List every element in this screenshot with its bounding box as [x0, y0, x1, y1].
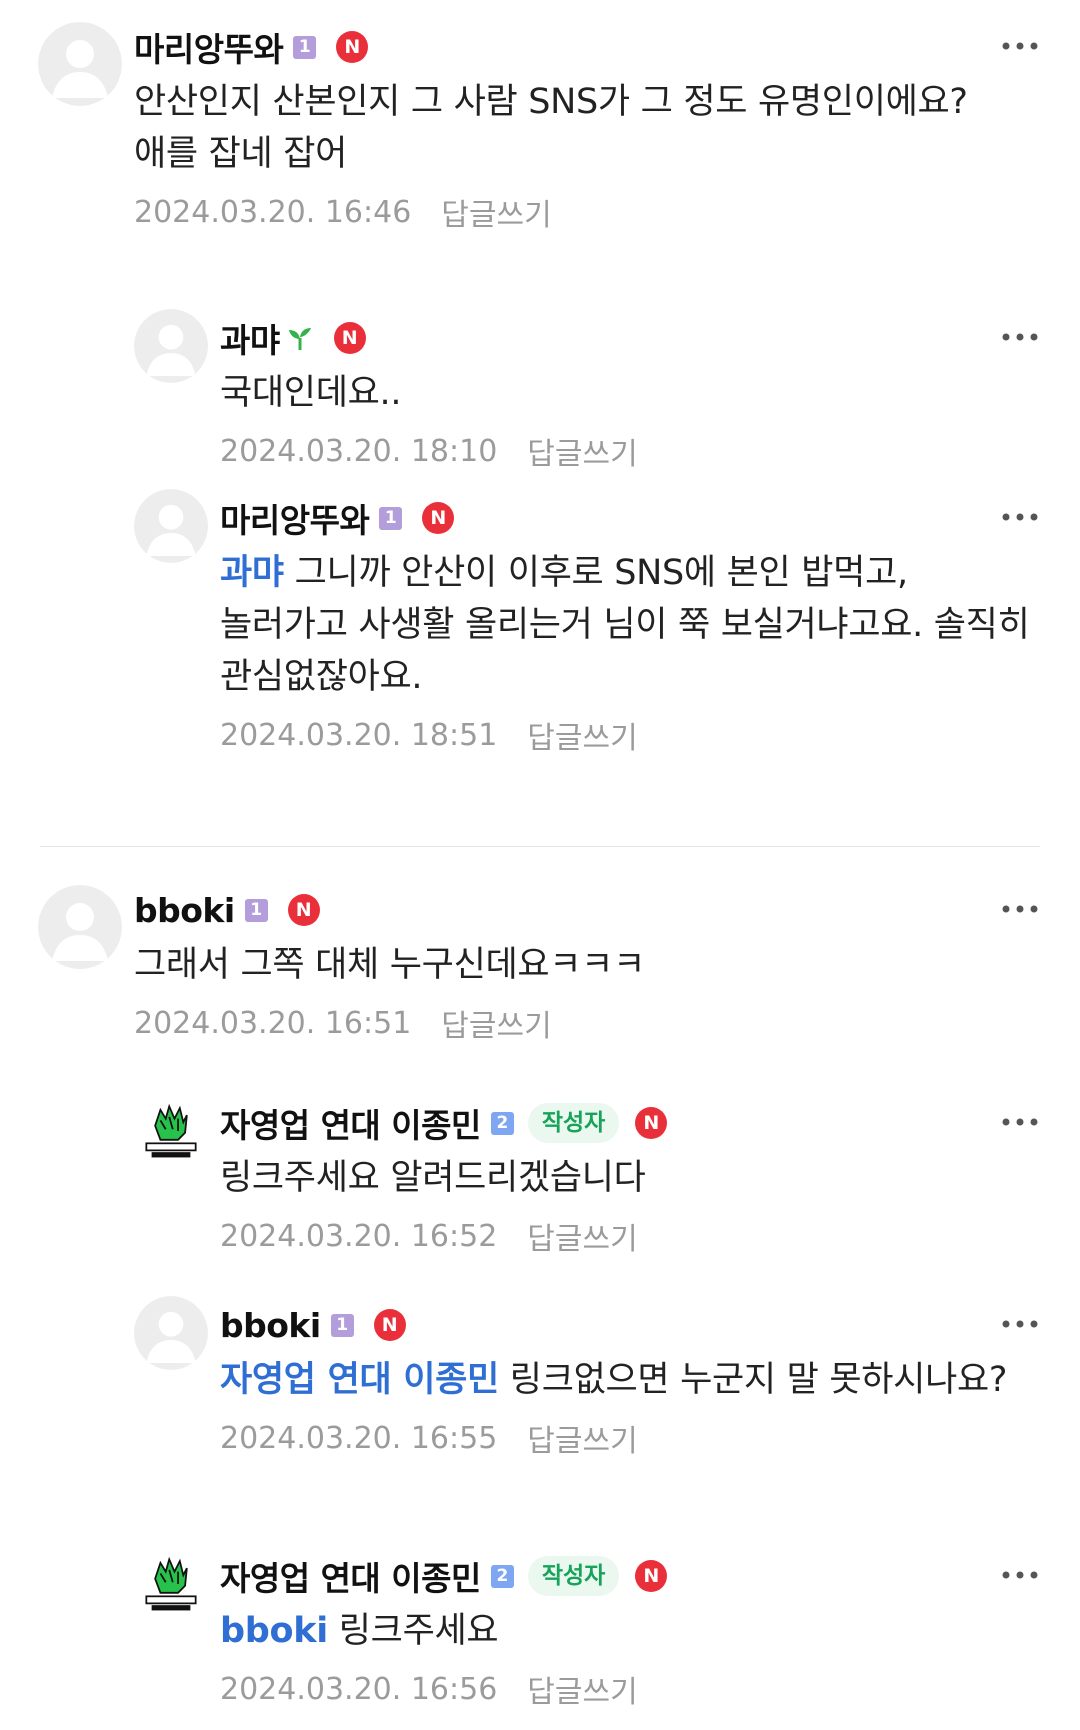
reply-button[interactable]: 답글쓰기: [441, 190, 551, 234]
comment-text-body: 링크주세요: [327, 1611, 499, 1651]
default-profile-icon[interactable]: [38, 885, 122, 969]
divider: [40, 846, 1040, 847]
comment-date: 2024.03.20. 18:10: [220, 433, 498, 469]
comment-content: 자영업 연대 이종민 2 작성자 N bboki 링크주세요 2024.03.2…: [220, 1551, 1040, 1711]
comment-date: 2024.03.20. 16:52: [220, 1218, 498, 1254]
reply-button[interactable]: 답글쓰기: [527, 1416, 637, 1460]
mention-link[interactable]: 과먀: [220, 553, 284, 593]
comment-date: 2024.03.20. 16:51: [134, 1005, 412, 1041]
comment-header: bboki 1 N: [134, 885, 1040, 935]
reply-button[interactable]: 답글쓰기: [441, 1001, 551, 1045]
level-badge-icon: 1: [293, 35, 317, 59]
more-options-icon[interactable]: [1000, 1563, 1040, 1587]
new-badge-icon: N: [333, 322, 366, 354]
fist-logo-avatar[interactable]: [134, 1094, 208, 1168]
nickname[interactable]: 마리앙뚜와: [134, 23, 284, 71]
comment-text: 그래서 그쪽 대체 누구신데요ㅋㅋㅋ: [134, 945, 645, 985]
fist-logo-avatar[interactable]: [134, 1547, 208, 1621]
mention-link[interactable]: 자영업 연대 이종민: [220, 1360, 499, 1400]
comment-meta: 2024.03.20. 18:10 답글쓰기: [220, 429, 1040, 473]
comment-meta: 2024.03.20. 16:46 답글쓰기: [134, 190, 1040, 234]
more-options-icon[interactable]: [1000, 34, 1040, 58]
nickname[interactable]: 자영업 연대 이종민: [220, 1552, 481, 1600]
mention-link[interactable]: bboki: [220, 1611, 328, 1651]
new-badge-icon: N: [635, 1107, 668, 1139]
comment-date: 2024.03.20. 16:56: [220, 1671, 498, 1707]
more-options-icon[interactable]: [1000, 897, 1040, 921]
sprout-icon: [286, 324, 314, 352]
reply-button[interactable]: 답글쓰기: [527, 1667, 637, 1711]
nickname[interactable]: 마리앙뚜와: [220, 494, 370, 542]
comment-text-body: 링크없으면 누군지 말 못하시나요?: [498, 1360, 1008, 1400]
new-badge-icon: N: [336, 31, 369, 63]
comment-header: bboki 1 N: [220, 1300, 1040, 1350]
nickname[interactable]: bboki: [220, 1306, 321, 1345]
level-badge-icon: 1: [330, 1313, 354, 1337]
author-badge: 작성자: [527, 1556, 620, 1596]
comment-header: 마리앙뚜와 1 N: [220, 493, 1040, 543]
default-profile-icon[interactable]: [134, 489, 208, 563]
comment-content: 자영업 연대 이종민 2 작성자 N 링크주세요 알려드리겠습니다 2024.0…: [220, 1098, 1040, 1258]
more-options-icon[interactable]: [1000, 325, 1040, 349]
level-badge-icon: 2: [490, 1564, 514, 1588]
comment-meta: 2024.03.20. 16:51 답글쓰기: [134, 1001, 1040, 1045]
comment-text: 과먀 그니까 안산이 이후로 SNS에 본인 밥먹고, 놀러가고 사생활 올리는…: [220, 547, 1040, 703]
comment-text: 안산인지 산본인지 그 사람 SNS가 그 정도 유명인이에요? 애를 잡네 잡…: [134, 82, 968, 174]
comment-content: bboki 1 N 자영업 연대 이종민 링크없으면 누군지 말 못하시나요? …: [220, 1300, 1040, 1460]
comment-meta: 2024.03.20. 16:56 답글쓰기: [220, 1667, 1040, 1711]
comment-meta: 2024.03.20. 16:52 답글쓰기: [220, 1214, 1040, 1258]
more-options-icon[interactable]: [1000, 505, 1040, 529]
default-profile-icon[interactable]: [38, 22, 122, 106]
new-badge-icon: N: [635, 1560, 668, 1592]
comment-meta: 2024.03.20. 16:55 답글쓰기: [220, 1416, 1040, 1460]
level-badge-icon: 1: [244, 898, 268, 922]
nickname[interactable]: 과먀: [220, 314, 280, 362]
comment-date: 2024.03.20. 16:46: [134, 194, 412, 230]
comment-meta: 2024.03.20. 18:51 답글쓰기: [220, 713, 1040, 757]
level-badge-icon: 2: [490, 1111, 514, 1135]
nickname[interactable]: bboki: [134, 891, 235, 930]
new-badge-icon: N: [373, 1309, 406, 1341]
comment-date: 2024.03.20. 18:51: [220, 717, 498, 753]
new-badge-icon: N: [422, 502, 455, 534]
comment-text: 국대인데요..: [220, 373, 402, 413]
comment-content: 마리앙뚜와 1 N 과먀 그니까 안산이 이후로 SNS에 본인 밥먹고, 놀러…: [220, 493, 1040, 757]
reply-button[interactable]: 답글쓰기: [527, 429, 637, 473]
reply-button[interactable]: 답글쓰기: [527, 1214, 637, 1258]
comment-text: 링크주세요 알려드리겠습니다: [220, 1158, 646, 1198]
author-badge: 작성자: [527, 1103, 620, 1143]
comment-header: 마리앙뚜와 1 N: [134, 22, 1040, 72]
default-profile-icon[interactable]: [134, 309, 208, 383]
comment-text-body: 그니까 안산이 이후로 SNS에 본인 밥먹고, 놀러가고 사생활 올리는거 님…: [220, 553, 1041, 697]
comment-header: 과먀 N: [220, 313, 1040, 363]
more-options-icon[interactable]: [1000, 1312, 1040, 1336]
comment-text: 자영업 연대 이종민 링크없으면 누군지 말 못하시나요?: [220, 1354, 1040, 1406]
comment-date: 2024.03.20. 16:55: [220, 1420, 498, 1456]
comment-content: bboki 1 N 그래서 그쪽 대체 누구신데요ㅋㅋㅋ 2024.03.20.…: [134, 885, 1040, 1045]
nickname[interactable]: 자영업 연대 이종민: [220, 1099, 481, 1147]
reply-button[interactable]: 답글쓰기: [527, 713, 637, 757]
default-profile-icon[interactable]: [134, 1296, 208, 1370]
new-badge-icon: N: [287, 894, 320, 926]
comment-content: 마리앙뚜와 1 N 안산인지 산본인지 그 사람 SNS가 그 정도 유명인이에…: [134, 22, 1040, 234]
comment-header: 자영업 연대 이종민 2 작성자 N: [220, 1551, 1040, 1601]
comment-content: 과먀 N 국대인데요.. 2024.03.20. 18:10 답글쓰기: [220, 313, 1040, 473]
more-options-icon[interactable]: [1000, 1110, 1040, 1134]
comment-text: bboki 링크주세요: [220, 1605, 1040, 1657]
comment-header: 자영업 연대 이종민 2 작성자 N: [220, 1098, 1040, 1148]
level-badge-icon: 1: [379, 506, 403, 530]
